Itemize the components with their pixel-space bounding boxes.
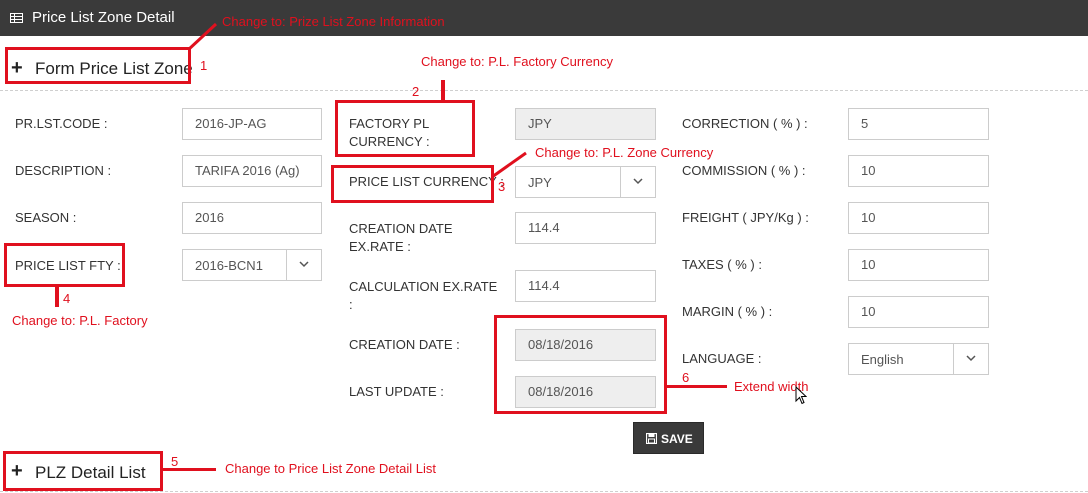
creation-date-ex-rate-label-1: CREATION DATE	[349, 221, 453, 236]
annotation-connector-4	[55, 285, 59, 307]
annotation-number-3: 3	[498, 179, 506, 194]
floppy-disk-icon	[646, 433, 657, 444]
last-update-label: LAST UPDATE :	[349, 384, 444, 399]
annotation-number-2: 2	[412, 84, 420, 99]
annotation-connector-2	[441, 80, 445, 102]
margin-label: MARGIN ( % ) :	[682, 304, 773, 319]
taxes-label: TAXES ( % ) :	[682, 257, 762, 272]
pr-lst-code-label: PR.LST.CODE :	[15, 116, 108, 131]
annotation-number-6: 6	[682, 370, 690, 385]
annotation-number-4: 4	[63, 291, 71, 306]
calculation-ex-rate-input[interactable]: 114.4	[515, 270, 656, 302]
mouse-cursor-icon	[795, 386, 807, 405]
season-label: SEASON :	[15, 210, 77, 225]
margin-input[interactable]: 10	[848, 296, 989, 328]
language-dropdown[interactable]	[953, 344, 988, 374]
calculation-ex-rate-label-2: :	[349, 297, 353, 312]
page-title: Price List Zone Detail	[32, 9, 175, 26]
chevron-down-icon	[966, 355, 976, 362]
save-button[interactable]: SAVE	[633, 422, 704, 454]
annotation-box-1	[5, 47, 191, 84]
annotation-text-2: Change to: P.L. Factory Currency	[421, 54, 613, 69]
chevron-down-icon	[633, 178, 643, 185]
annotation-text-3: Change to: P.L. Zone Currency	[535, 145, 714, 160]
creation-date-ex-rate-input[interactable]: 114.4	[515, 212, 656, 244]
save-button-label: SAVE	[661, 432, 693, 446]
annotation-number-1: 1	[200, 58, 208, 73]
price-list-currency-select[interactable]: JPY	[515, 166, 656, 198]
commission-label: COMMISSION ( % ) :	[682, 163, 806, 178]
price-list-fty-value: 2016-BCN1	[195, 258, 263, 273]
correction-input[interactable]: 5	[848, 108, 989, 140]
annotation-box-6	[494, 315, 667, 414]
section-divider	[0, 90, 1088, 91]
language-value: English	[861, 352, 904, 367]
creation-date-label: CREATION DATE :	[349, 337, 460, 352]
creation-date-ex-rate-label-2: EX.RATE :	[349, 239, 411, 254]
annotation-box-5	[3, 451, 163, 491]
annotation-number-5: 5	[171, 454, 179, 469]
annotation-box-3	[331, 165, 494, 203]
grid-icon	[10, 13, 23, 23]
correction-label: CORRECTION ( % ) :	[682, 116, 808, 131]
chevron-down-icon	[299, 261, 309, 268]
annotation-box-4	[4, 243, 125, 287]
annotation-text-4: Change to: P.L. Factory	[12, 313, 148, 328]
annotation-box-2	[335, 100, 475, 157]
taxes-input[interactable]: 10	[848, 249, 989, 281]
price-list-fty-dropdown[interactable]	[286, 250, 321, 280]
language-label: LANGUAGE :	[682, 351, 762, 366]
factory-pl-currency-input[interactable]: JPY	[515, 108, 656, 140]
price-list-currency-dropdown[interactable]	[620, 167, 655, 197]
annotation-connector-5	[161, 468, 216, 471]
language-select[interactable]: English	[848, 343, 989, 375]
annotation-connector-1	[186, 22, 218, 52]
price-list-currency-value: JPY	[528, 175, 552, 190]
annotation-connector-6	[667, 385, 727, 388]
freight-label: FREIGHT ( JPY/Kg ) :	[682, 210, 809, 225]
section-divider	[0, 491, 1088, 492]
description-input[interactable]: TARIFA 2016 (Ag)	[182, 155, 322, 187]
annotation-connector-3	[491, 151, 527, 179]
panel-header: Price List Zone Detail	[0, 0, 1088, 36]
description-label: DESCRIPTION :	[15, 163, 112, 178]
annotation-text-title: Change to: Prize List Zone Information	[222, 14, 445, 29]
calculation-ex-rate-label-1: CALCULATION EX.RATE	[349, 279, 498, 294]
price-list-fty-select[interactable]: 2016-BCN1	[182, 249, 322, 281]
season-input[interactable]: 2016	[182, 202, 322, 234]
freight-input[interactable]: 10	[848, 202, 989, 234]
commission-input[interactable]: 10	[848, 155, 989, 187]
pr-lst-code-input[interactable]: 2016-JP-AG	[182, 108, 322, 140]
annotation-text-5: Change to Price List Zone Detail List	[225, 461, 436, 476]
